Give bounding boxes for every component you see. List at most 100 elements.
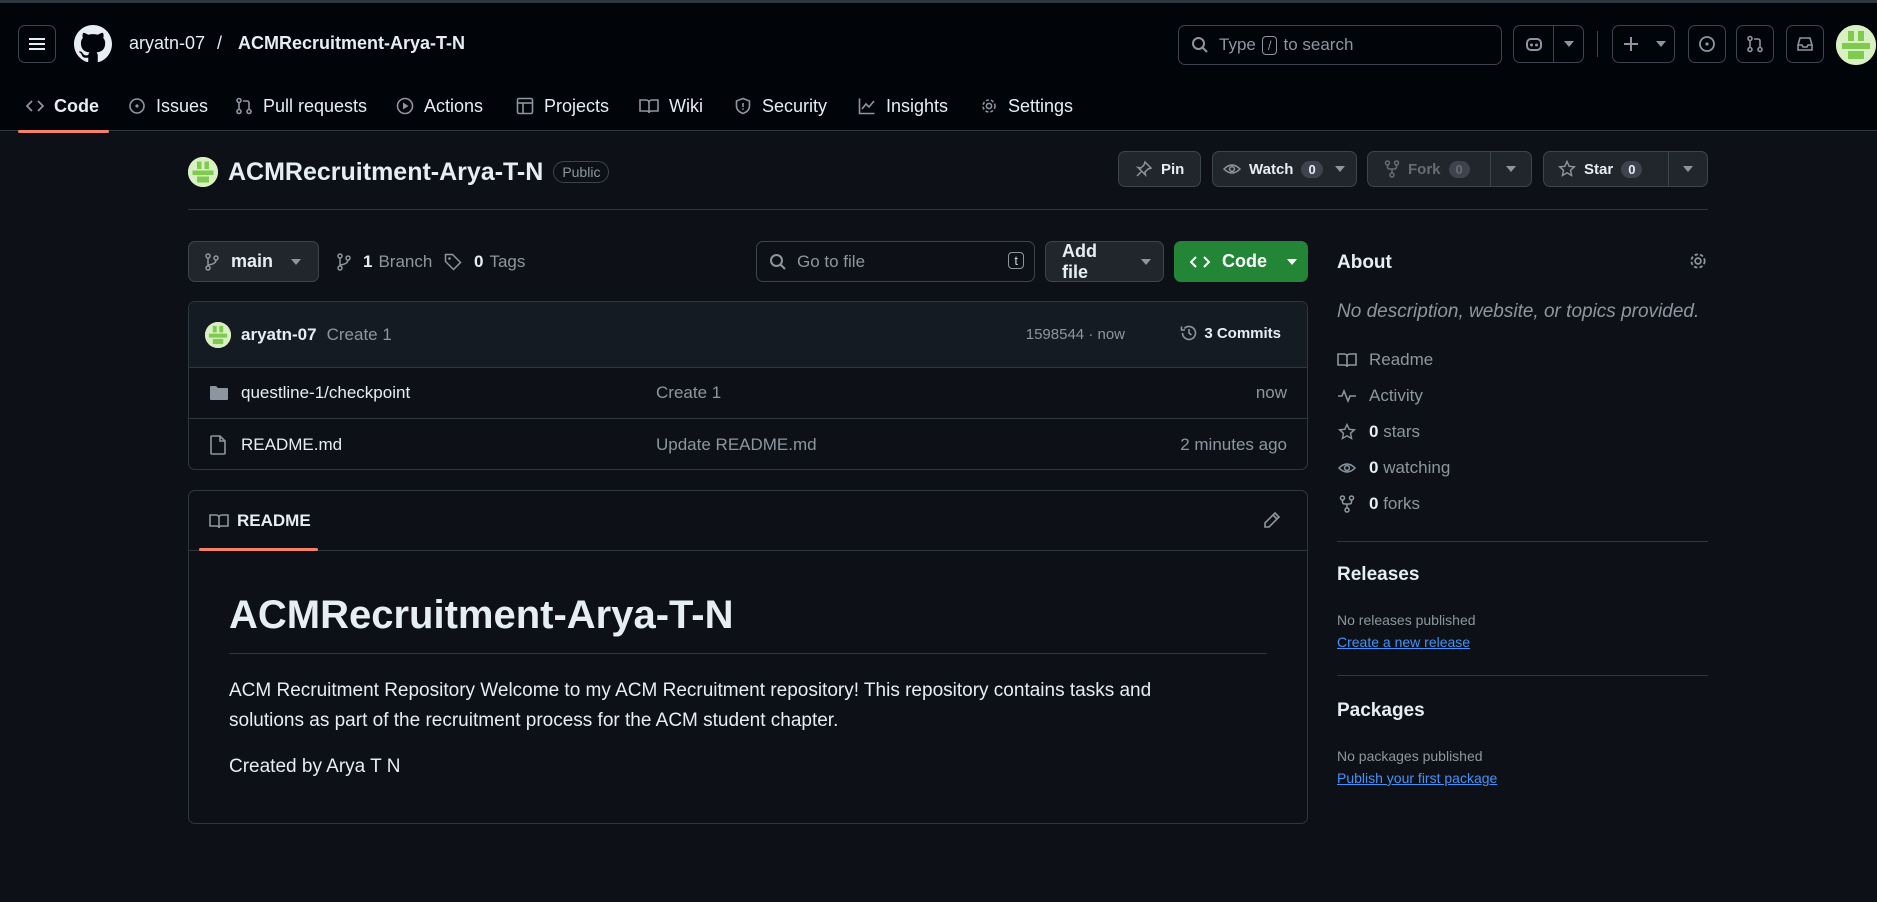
file-icon <box>209 434 227 455</box>
file-commit-message[interactable]: Create 1 <box>656 383 721 403</box>
branch-icon <box>205 252 219 271</box>
tab-readme[interactable]: README <box>209 511 311 531</box>
plus-icon[interactable] <box>1613 26 1648 62</box>
tag-label: Tags <box>489 252 526 271</box>
packages-heading[interactable]: Packages <box>1337 700 1425 722</box>
branch-icon <box>337 253 351 271</box>
tab-actions[interactable]: Actions <box>396 91 483 121</box>
tab-code-label: Code <box>54 95 99 116</box>
chevron-down-icon <box>291 258 302 265</box>
forks-link[interactable]: 0 forks <box>1337 494 1420 514</box>
pulse-icon <box>1337 388 1357 404</box>
breadcrumb-separator: / <box>217 33 223 53</box>
commits-link[interactable]: 3 Commits <box>1180 324 1281 342</box>
branches-link[interactable]: 1 Branch <box>337 252 432 272</box>
tab-issues[interactable]: Issues <box>128 91 208 121</box>
graph-icon <box>858 97 876 115</box>
chevron-down-icon[interactable] <box>1667 152 1707 186</box>
add-file-button[interactable]: Add file <box>1045 241 1164 282</box>
create-new-button[interactable] <box>1612 25 1675 63</box>
releases-heading[interactable]: Releases <box>1337 564 1419 586</box>
create-release-link[interactable]: Create a new release <box>1337 634 1470 650</box>
divider <box>188 209 1708 210</box>
watching-link[interactable]: 0 watching <box>1337 458 1450 478</box>
readme-header: README <box>189 491 1307 551</box>
tags-link[interactable]: 0 Tags <box>444 252 525 272</box>
gear-icon[interactable] <box>1688 251 1708 271</box>
activity-link-label: Activity <box>1369 386 1423 405</box>
pin-button[interactable]: Pin <box>1118 151 1201 187</box>
book-icon <box>639 98 659 114</box>
readme-created-by: Created by Arya T N <box>229 756 401 777</box>
divider <box>229 653 1267 654</box>
pull-requests-button[interactable] <box>1736 25 1774 63</box>
copilot-icon[interactable] <box>1514 26 1553 62</box>
code-button[interactable]: Code <box>1174 241 1308 282</box>
about-description: No description, website, or topics provi… <box>1337 301 1700 322</box>
gear-icon <box>980 97 998 115</box>
inbox-icon <box>1796 35 1814 53</box>
eye-icon <box>1337 461 1357 475</box>
hamburger-icon <box>28 36 46 52</box>
star-count: 0 <box>1621 160 1643 178</box>
chevron-down-icon[interactable] <box>1327 152 1353 186</box>
issues-button[interactable] <box>1688 25 1726 63</box>
search-input[interactable]: Type / to search <box>1178 25 1502 65</box>
tab-security[interactable]: Security <box>734 91 827 121</box>
branch-select[interactable]: main <box>188 241 319 282</box>
stars-link[interactable]: 0 stars <box>1337 422 1420 442</box>
breadcrumb-owner[interactable]: aryatn-07 <box>129 33 205 54</box>
owner-avatar[interactable] <box>188 157 218 187</box>
play-icon <box>396 97 414 115</box>
file-commit-message[interactable]: Update README.md <box>656 435 817 455</box>
go-to-file-input[interactable]: Go to file t <box>756 241 1035 282</box>
watch-label: Watch <box>1249 160 1294 178</box>
history-icon <box>1180 324 1198 342</box>
user-avatar[interactable] <box>1836 25 1876 65</box>
file-name[interactable]: README.md <box>241 435 342 455</box>
menu-button[interactable] <box>18 25 56 63</box>
file-time: 2 minutes ago <box>1180 434 1287 454</box>
divider <box>1337 541 1708 542</box>
inbox-button[interactable] <box>1786 25 1824 63</box>
edit-pencil-icon[interactable] <box>1263 511 1281 529</box>
tab-wiki[interactable]: Wiki <box>639 91 703 121</box>
fork-icon <box>1384 160 1400 178</box>
star-icon <box>1337 423 1357 441</box>
commit-meta[interactable]: 1598544 · now <box>1026 326 1125 343</box>
file-row[interactable]: README.md Update README.md 2 minutes ago <box>189 419 1307 469</box>
readme-title: ACMRecruitment-Arya-T-N <box>229 593 734 637</box>
copilot-button[interactable] <box>1513 25 1584 63</box>
chevron-down-icon[interactable] <box>1489 152 1531 186</box>
folder-icon <box>209 385 229 401</box>
github-logo-icon[interactable] <box>74 25 112 63</box>
activity-link[interactable]: Activity <box>1337 386 1423 406</box>
watch-button[interactable]: Watch 0 <box>1212 151 1357 187</box>
fork-button[interactable]: Fork 0 <box>1367 151 1532 187</box>
tab-projects[interactable]: Projects <box>516 91 609 121</box>
header-divider <box>1597 31 1598 57</box>
tab-code[interactable]: Code <box>26 91 99 121</box>
tab-insights-label: Insights <box>886 95 949 116</box>
divider <box>1337 675 1708 676</box>
repo-name[interactable]: ACMRecruitment-Arya-T-N <box>228 158 543 187</box>
chevron-down-icon[interactable] <box>1553 26 1583 62</box>
star-button[interactable]: Star 0 <box>1543 151 1708 187</box>
commit-author-avatar[interactable] <box>205 321 231 348</box>
tab-insights[interactable]: Insights <box>858 91 948 121</box>
issue-icon <box>1698 35 1716 53</box>
book-icon <box>209 513 229 529</box>
chevron-down-icon[interactable] <box>1648 26 1674 62</box>
commit-author[interactable]: aryatn-07 <box>241 325 317 345</box>
file-name[interactable]: questline-1/checkpoint <box>241 383 410 403</box>
publish-package-link[interactable]: Publish your first package <box>1337 770 1497 786</box>
breadcrumb-repo[interactable]: ACMRecruitment-Arya-T-N <box>238 33 465 54</box>
tab-pull-requests[interactable]: Pull requests <box>235 91 367 121</box>
tab-settings[interactable]: Settings <box>980 91 1073 121</box>
issue-icon <box>128 97 146 115</box>
eye-icon <box>1223 162 1241 176</box>
branch-name: main <box>231 251 274 271</box>
readme-link[interactable]: Readme <box>1337 350 1433 370</box>
file-row[interactable]: questline-1/checkpoint Create 1 now <box>189 368 1307 419</box>
commit-message[interactable]: Create 1 <box>327 325 392 345</box>
